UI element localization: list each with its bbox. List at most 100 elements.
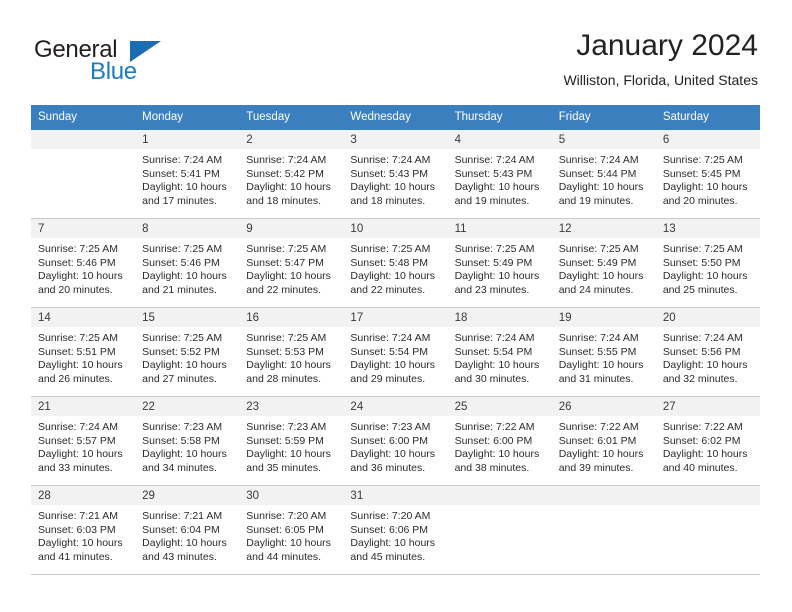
weekday-header-monday: Monday (142, 111, 184, 123)
day-details: Sunrise: 7:21 AM Sunset: 6:04 PM Daylight:… (135, 505, 239, 570)
sunset-text: Sunset: 6:04 PM (142, 523, 220, 536)
day-number: 17 (343, 308, 448, 327)
daylight-text-line2: and 34 minutes. (142, 461, 217, 474)
sunrise-text: Sunrise: 7:24 AM (350, 332, 431, 344)
day-details: Sunrise: 7:24 AM Sunset: 5:44 PM Daylight:… (552, 149, 656, 214)
sunset-text: Sunset: 5:49 PM (454, 256, 533, 269)
daylight-text-line2: and 23 minutes. (454, 283, 530, 296)
calendar-day-cell[interactable]: 1 Sunrise: 7:24 AM Sunset: 5:41 PM Daylight… (135, 130, 240, 218)
day-details: Sunrise: 7:22 AM Sunset: 6:02 PM Daylight:… (656, 416, 760, 481)
calendar-day-cell[interactable]: 2 Sunrise: 7:24 AM Sunset: 5:42 PM Daylight… (239, 130, 344, 218)
calendar-day-cell[interactable]: 13 Sunrise: 7:25 AM Sunset: 5:50 PM Dayligh… (655, 219, 760, 307)
calendar-day-cell[interactable]: 29 Sunrise: 7:21 AM Sunset: 6:04 PM Dayligh… (135, 486, 240, 574)
day-details: Sunrise: 7:25 AM Sunset: 5:49 PM Daylight:… (552, 238, 656, 303)
calendar-day-cell[interactable]: 25 Sunrise: 7:22 AM Sunset: 6:00 PM Dayligh… (447, 397, 552, 485)
sunset-text: Sunset: 6:01 PM (558, 434, 637, 447)
daylight-text-line2: and 43 minutes. (142, 550, 217, 563)
calendar-day-cell[interactable]: 21 Sunrise: 7:24 AM Sunset: 5:57 PM Dayligh… (31, 397, 136, 485)
logo-text-blue: Blue (90, 58, 137, 85)
daylight-text-line2: and 31 minutes. (558, 372, 634, 385)
sunrise-text: Sunrise: 7:24 AM (454, 332, 535, 344)
calendar-day-cell[interactable]: 23 Sunrise: 7:23 AM Sunset: 5:59 PM Dayligh… (239, 397, 344, 485)
day-number: 10 (343, 219, 448, 238)
sunrise-text: Sunrise: 7:23 AM (142, 421, 223, 433)
sunrise-text: Sunrise: 7:24 AM (558, 332, 639, 344)
day-details: Sunrise: 7:22 AM Sunset: 6:00 PM Daylight:… (448, 416, 552, 481)
calendar-day-cell[interactable]: 26 Sunrise: 7:22 AM Sunset: 6:01 PM Dayligh… (551, 397, 656, 485)
day-number: 19 (551, 308, 656, 327)
day-details: Sunrise: 7:23 AM Sunset: 5:59 PM Daylight:… (239, 416, 343, 481)
weekday-header-sunday: Sunday (38, 111, 78, 123)
calendar-day-cell[interactable]: 24 Sunrise: 7:23 AM Sunset: 6:00 PM Dayligh… (343, 397, 448, 485)
calendar-day-cell[interactable]: 31 Sunrise: 7:20 AM Sunset: 6:06 PM Dayligh… (343, 486, 448, 574)
day-number: 30 (239, 486, 344, 505)
calendar-day-cell[interactable]: 16 Sunrise: 7:25 AM Sunset: 5:53 PM Dayligh… (239, 308, 344, 396)
sunset-text: Sunset: 5:58 PM (142, 434, 220, 447)
day-number: 21 (31, 397, 136, 416)
day-number: 20 (655, 308, 760, 327)
calendar-day-cell[interactable]: 14 Sunrise: 7:25 AM Sunset: 5:51 PM Dayligh… (31, 308, 136, 396)
sunset-text: Sunset: 5:43 PM (454, 167, 533, 180)
calendar-day-cell[interactable]: 30 Sunrise: 7:20 AM Sunset: 6:05 PM Dayligh… (239, 486, 344, 574)
day-details: Sunrise: 7:25 AM Sunset: 5:51 PM Daylight:… (31, 327, 135, 392)
calendar-day-cell[interactable]: 8 Sunrise: 7:25 AM Sunset: 5:46 PM Daylight… (135, 219, 240, 307)
daylight-text-line1: Daylight: 10 hours (454, 181, 540, 194)
calendar-day-cell[interactable]: 19 Sunrise: 7:24 AM Sunset: 5:55 PM Dayligh… (551, 308, 656, 396)
sunset-text: Sunset: 5:50 PM (662, 256, 741, 269)
day-details: Sunrise: 7:23 AM Sunset: 5:58 PM Daylight:… (135, 416, 239, 481)
daylight-text-line1: Daylight: 10 hours (142, 181, 227, 194)
sunrise-text: Sunrise: 7:23 AM (350, 421, 431, 433)
calendar-day-cell[interactable]: 4 Sunrise: 7:24 AM Sunset: 5:43 PM Daylight… (447, 130, 552, 218)
calendar-page: General Blue January 2024 Williston, Flo… (0, 0, 792, 612)
calendar-day-cell[interactable]: 6 Sunrise: 7:25 AM Sunset: 5:45 PM Daylight… (655, 130, 760, 218)
sunset-text: Sunset: 5:43 PM (350, 167, 429, 180)
day-details: Sunrise: 7:21 AM Sunset: 6:03 PM Daylight:… (31, 505, 135, 570)
calendar-day-cell[interactable]: 15 Sunrise: 7:25 AM Sunset: 5:52 PM Dayligh… (135, 308, 240, 396)
calendar-day-cell[interactable]: 9 Sunrise: 7:25 AM Sunset: 5:47 PM Daylight… (239, 219, 344, 307)
calendar-day-cell[interactable]: 10 Sunrise: 7:25 AM Sunset: 5:48 PM Dayligh… (343, 219, 448, 307)
calendar-day-cell[interactable]: 7 Sunrise: 7:25 AM Sunset: 5:46 PM Daylight… (31, 219, 136, 307)
sunset-text: Sunset: 5:47 PM (246, 256, 324, 269)
calendar-day-cell[interactable]: 18 Sunrise: 7:24 AM Sunset: 5:54 PM Dayligh… (447, 308, 552, 396)
generalblue-logo[interactable]: General Blue (34, 36, 234, 92)
daylight-text-line2: and 26 minutes. (38, 372, 113, 385)
daylight-text-line2: and 36 minutes. (350, 461, 426, 474)
calendar-day-cell[interactable]: 3 Sunrise: 7:24 AM Sunset: 5:43 PM Daylight… (343, 130, 448, 218)
calendar-day-cell[interactable]: 5 Sunrise: 7:24 AM Sunset: 5:44 PM Daylight… (551, 130, 656, 218)
daylight-text-line2: and 35 minutes. (246, 461, 321, 474)
sunrise-text: Sunrise: 7:21 AM (142, 510, 223, 522)
day-number (551, 486, 656, 505)
daylight-text-line1: Daylight: 10 hours (662, 448, 748, 461)
daylight-text-line1: Daylight: 10 hours (246, 359, 331, 372)
daylight-text-line1: Daylight: 10 hours (246, 270, 331, 283)
sunset-text: Sunset: 5:59 PM (246, 434, 324, 447)
day-number: 31 (343, 486, 448, 505)
sunset-text: Sunset: 5:45 PM (662, 167, 741, 180)
weekday-header-row: Sunday Monday Tuesday Wednesday Thursday… (31, 105, 760, 130)
daylight-text-line1: Daylight: 10 hours (38, 359, 123, 372)
daylight-text-line2: and 20 minutes. (38, 283, 113, 296)
day-details: Sunrise: 7:20 AM Sunset: 6:05 PM Daylight:… (239, 505, 343, 570)
daylight-text-line2: and 24 minutes. (558, 283, 634, 296)
daylight-text-line1: Daylight: 10 hours (662, 181, 748, 194)
calendar-day-cell[interactable]: 20 Sunrise: 7:24 AM Sunset: 5:56 PM Dayligh… (655, 308, 760, 396)
location-subtitle: Williston, Florida, United States (563, 72, 758, 88)
sunrise-text: Sunrise: 7:25 AM (246, 332, 327, 344)
calendar-day-cell[interactable]: 17 Sunrise: 7:24 AM Sunset: 5:54 PM Dayligh… (343, 308, 448, 396)
day-details: Sunrise: 7:24 AM Sunset: 5:41 PM Daylight:… (135, 149, 239, 214)
sunrise-text: Sunrise: 7:25 AM (350, 243, 431, 255)
sunrise-text: Sunrise: 7:25 AM (38, 243, 118, 255)
calendar-day-cell[interactable]: 12 Sunrise: 7:25 AM Sunset: 5:49 PM Dayligh… (551, 219, 656, 307)
calendar-week-row: 21 Sunrise: 7:24 AM Sunset: 5:57 PM Dayligh… (31, 397, 760, 486)
calendar-day-cell[interactable]: 11 Sunrise: 7:25 AM Sunset: 5:49 PM Dayligh… (447, 219, 552, 307)
calendar-day-cell[interactable]: 28 Sunrise: 7:21 AM Sunset: 6:03 PM Dayligh… (31, 486, 136, 574)
day-details: Sunrise: 7:24 AM Sunset: 5:54 PM Daylight:… (343, 327, 447, 392)
calendar-day-cell[interactable]: 22 Sunrise: 7:23 AM Sunset: 5:58 PM Dayligh… (135, 397, 240, 485)
calendar-day-cell-empty (447, 486, 552, 574)
day-details: Sunrise: 7:24 AM Sunset: 5:57 PM Daylight:… (31, 416, 135, 481)
daylight-text-line2: and 41 minutes. (38, 550, 113, 563)
day-details: Sunrise: 7:24 AM Sunset: 5:54 PM Daylight:… (448, 327, 552, 392)
calendar-day-cell[interactable]: 27 Sunrise: 7:22 AM Sunset: 6:02 PM Dayligh… (655, 397, 760, 485)
sunrise-text: Sunrise: 7:25 AM (38, 332, 118, 344)
day-number: 11 (447, 219, 552, 238)
